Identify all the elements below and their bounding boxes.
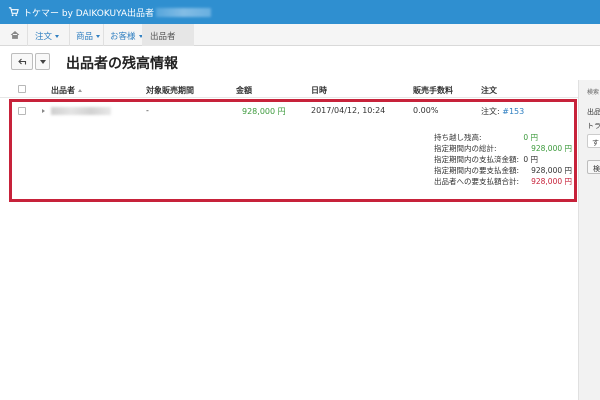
cell-sales-period: - (146, 106, 149, 115)
cell-amount: 928,000 円 (242, 107, 286, 116)
summary-value: 0 円 (523, 155, 538, 164)
column-header-datetime: 日時 (311, 86, 327, 95)
summary-value: 928,000 円 (531, 144, 572, 153)
side-panel-select-value: す (592, 139, 599, 147)
caret-down-icon (40, 60, 46, 64)
summary-label: 指定期間内の支払済金額: (434, 155, 520, 164)
side-panel-label-seller: 出品 (587, 108, 600, 116)
back-arrow-icon (18, 58, 27, 65)
side-panel-search-button[interactable]: 検 (587, 160, 600, 174)
expand-row-icon[interactable] (42, 109, 45, 113)
cell-order-prefix: 注文: (481, 107, 500, 116)
nav-divider (27, 24, 28, 46)
side-panel-select[interactable]: す (587, 134, 600, 148)
nav-item-products-label: 商品 (76, 32, 94, 42)
nav-item-sellers[interactable]: 出品者 (142, 24, 194, 46)
summary-value: 928,000 円 (531, 166, 572, 175)
summary-label: 出品者への要支払額合計: (434, 177, 520, 186)
brand-logo-text[interactable]: トケマー by DAIKOKUYA (23, 6, 127, 19)
column-header-seller-label: 出品者 (51, 86, 75, 95)
back-menu-button[interactable] (35, 53, 50, 70)
select-all-checkbox[interactable] (18, 85, 26, 93)
cell-order: 注文: #153 (481, 106, 524, 117)
table-header: 出品者 対象販売期間 金額 日時 販売手数料 注文 (0, 80, 578, 98)
seller-label: 出品者 (127, 9, 155, 19)
app-window: トケマー by DAIKOKUYA 出品者 注文 商品 お客様 出品者 出品者の… (0, 0, 600, 400)
summary-label: 持ち越し残高: (434, 133, 482, 142)
nav-item-customers[interactable]: お客様 (110, 30, 143, 42)
order-link[interactable]: #153 (502, 107, 524, 116)
cell-commission: 0.00% (413, 106, 439, 115)
summary-label: 指定期間内の要支払金額: (434, 166, 520, 175)
cart-icon (8, 7, 19, 17)
column-header-commission: 販売手数料 (413, 86, 453, 95)
nav-item-sellers-label: 出品者 (150, 32, 176, 42)
seller-name-redacted (51, 107, 111, 115)
side-panel-heading: 検索 (587, 89, 600, 96)
back-button[interactable] (11, 53, 33, 70)
summary-row-carryover: 持ち越し残高: 0 円 (406, 132, 576, 142)
sort-asc-icon (78, 89, 82, 92)
summary-value: 0 円 (523, 133, 538, 142)
nav-item-customers-label: お客様 (110, 32, 136, 42)
seller-name-redacted (156, 8, 211, 17)
nav-item-orders[interactable]: 注文 (35, 30, 60, 42)
summary-value: 928,000 円 (531, 177, 572, 186)
column-header-order: 注文 (481, 86, 497, 95)
row-checkbox[interactable] (18, 107, 26, 115)
side-panel-search-button-label: 検 (593, 165, 600, 173)
chevron-down-icon (55, 35, 60, 38)
column-header-sales-period: 対象販売期間 (146, 86, 194, 95)
main-nav: 注文 商品 お客様 出品者 (0, 24, 600, 46)
nav-item-orders-label: 注文 (35, 32, 53, 42)
page-title: 出品者の残高情報 (66, 56, 178, 72)
nav-divider (69, 24, 70, 46)
nav-divider (103, 24, 104, 46)
summary-row-period-paid: 指定期間内の支払済金額: 0 円 (406, 154, 576, 164)
column-header-seller[interactable]: 出品者 (51, 85, 82, 96)
summary-label: 指定期間内の総計: (434, 144, 497, 153)
column-header-amount: 金額 (236, 86, 252, 95)
top-bar: トケマー by DAIKOKUYA 出品者 (0, 0, 600, 24)
cell-datetime: 2017/04/12, 10:24 (311, 106, 386, 115)
summary-row-period-due: 指定期間内の要支払金額: 928,000 円 (406, 165, 576, 175)
home-icon[interactable] (10, 30, 20, 40)
summary-row-period-total: 指定期間内の総計: 928,000 円 (406, 143, 576, 153)
search-side-panel: 検索 出品 トラ す 検 (578, 80, 600, 400)
chevron-down-icon (96, 35, 101, 38)
summary-row-total-due: 出品者への要支払額合計: 928,000 円 (406, 176, 576, 186)
table-row: - 928,000 円 2017/04/12, 10:24 0.00% 注文: … (0, 100, 578, 122)
nav-item-products[interactable]: 商品 (76, 30, 101, 42)
side-panel-label-transaction: トラ (587, 122, 600, 130)
